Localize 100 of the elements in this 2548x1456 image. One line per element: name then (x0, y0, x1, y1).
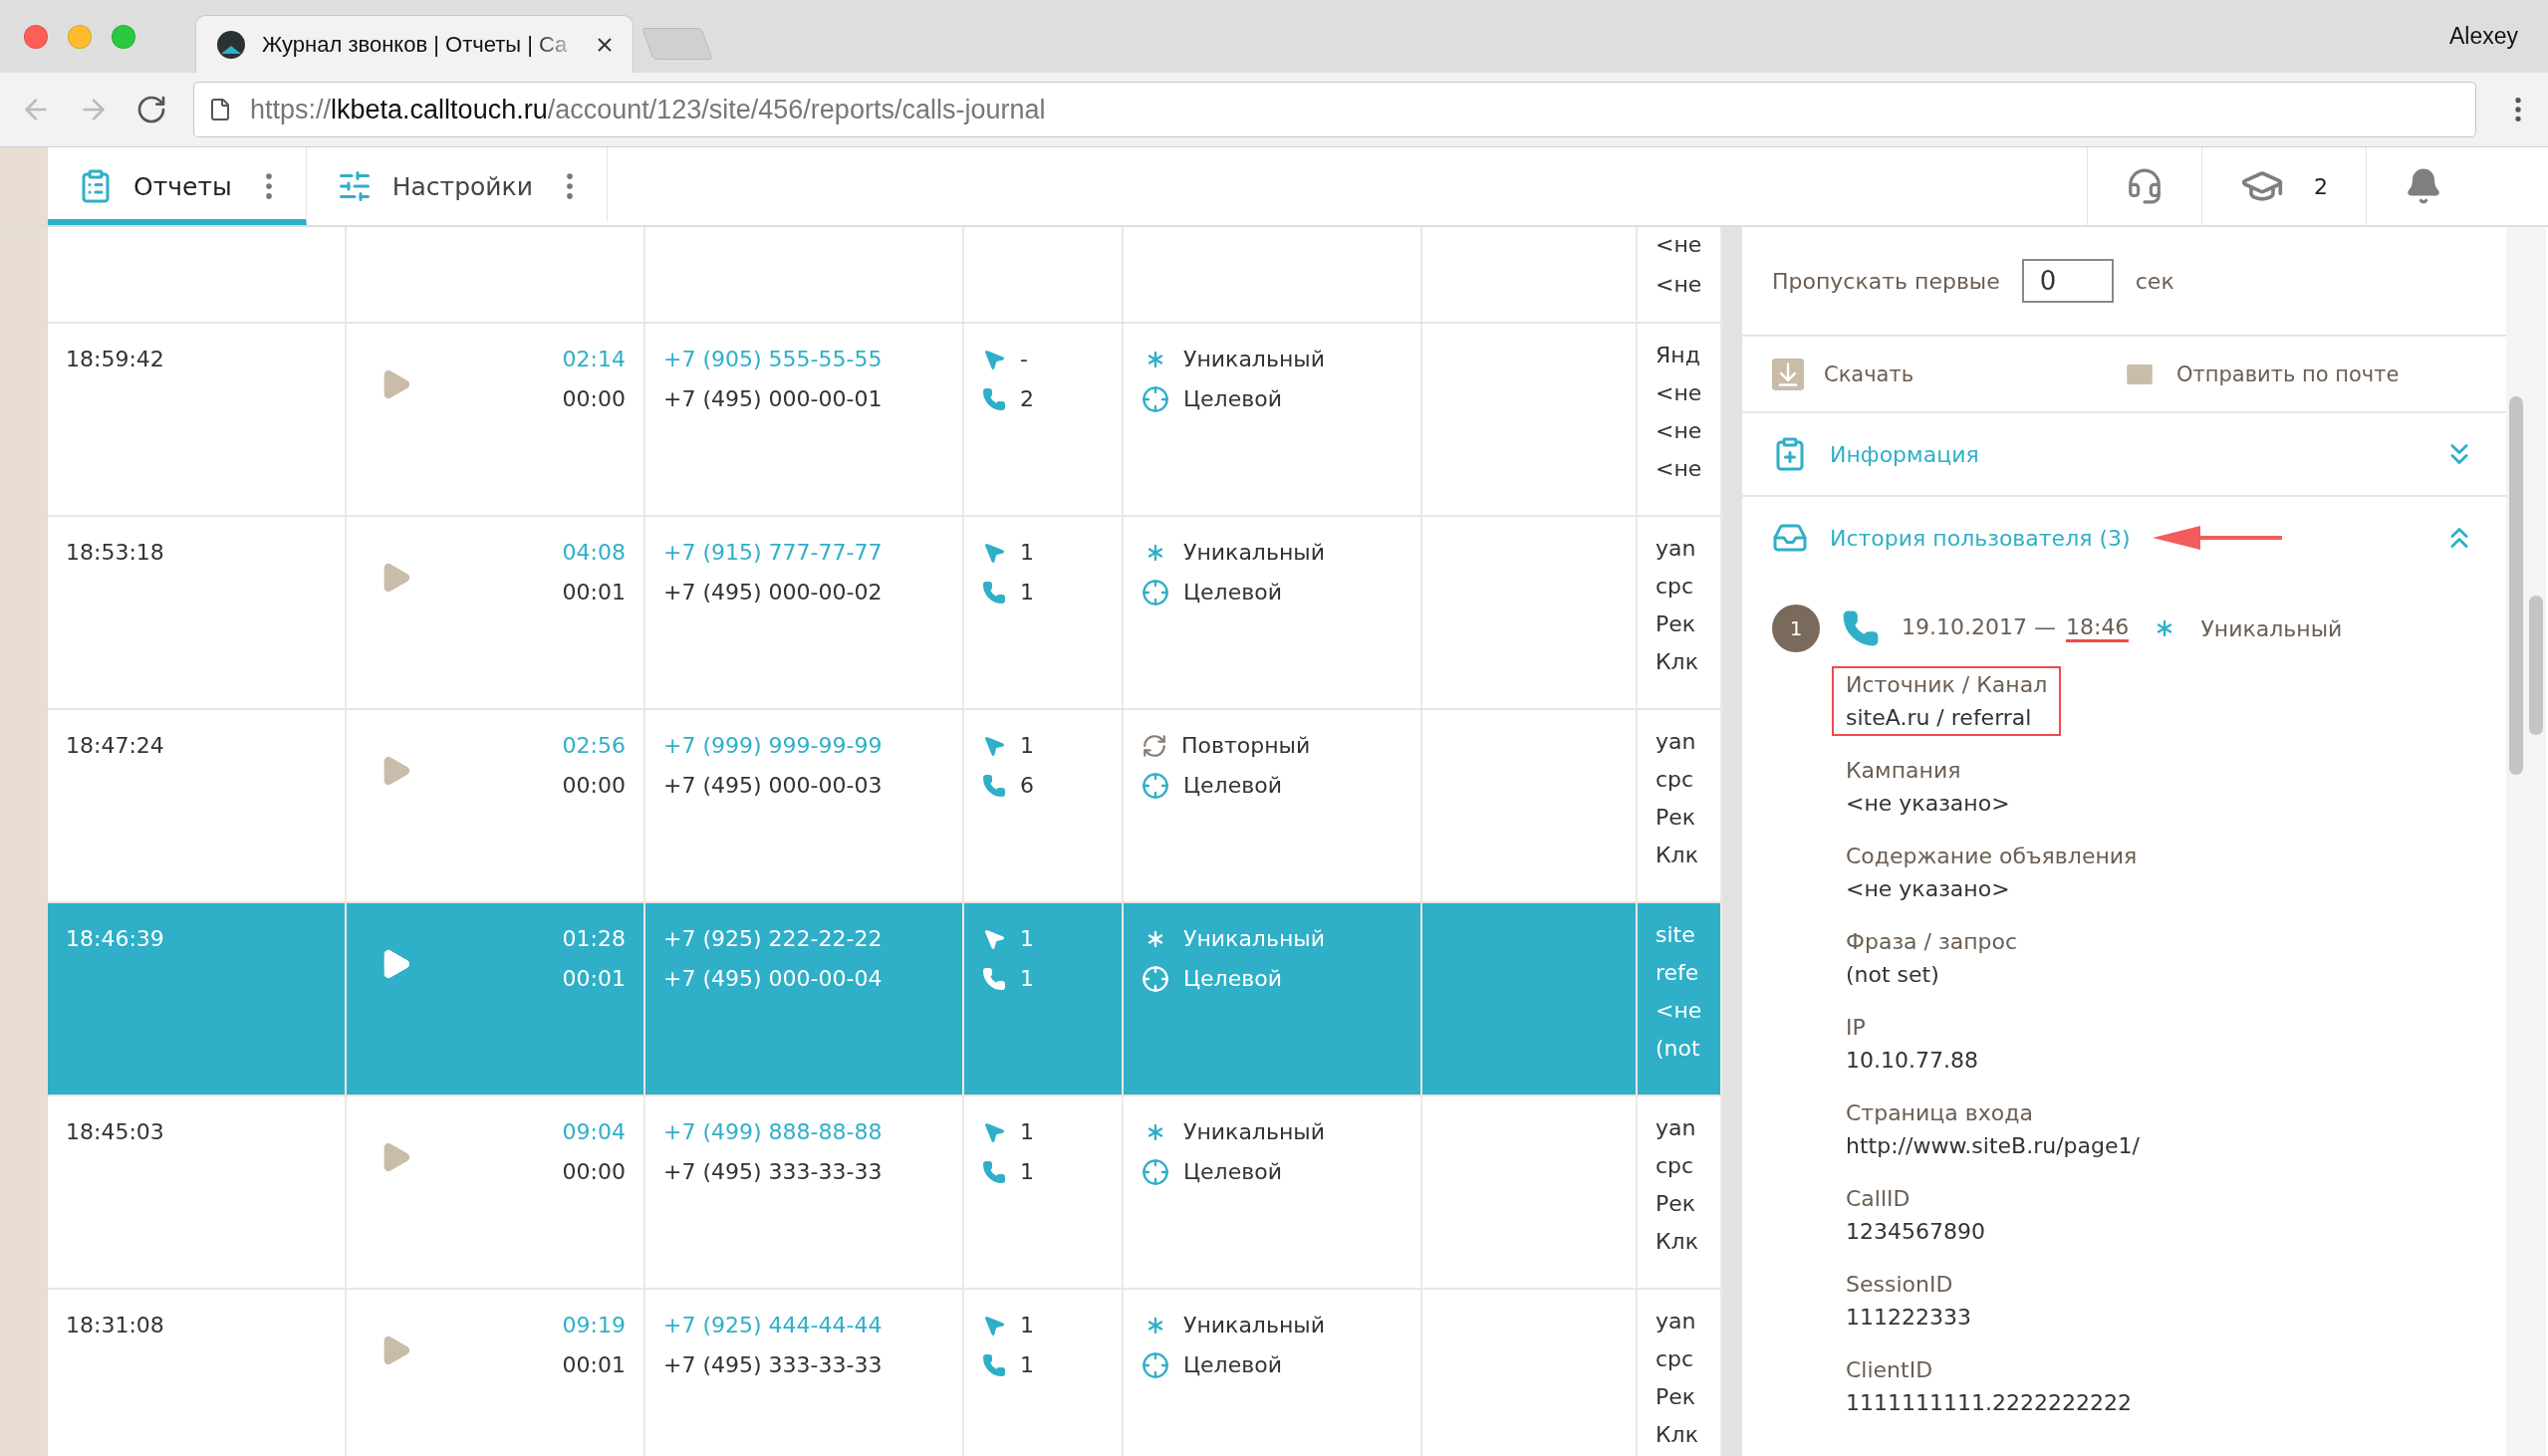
field-value: http://www.siteB.ru/page1/ (1846, 1133, 2140, 1158)
call-row[interactable]: 18:59:42 02:14 00:00 +7 (905) 555-55-55 +7 (495) 000-00-01 - 2 Уникальный Целевой Янд <не <не <не (48, 324, 1722, 517)
field-label: Источник / Канал (1846, 672, 2048, 697)
phone-icon (982, 387, 1006, 411)
cursor-icon (982, 927, 1006, 951)
address-bar[interactable]: https://lkbeta.calltouch.ru/account/123/site/456/reports/calls-journal (193, 82, 2476, 137)
support-icon[interactable] (2126, 167, 2164, 205)
call-tag: Целевой (1183, 1351, 1282, 1379)
table-cell-text: cpc (1656, 1152, 1695, 1180)
table-cell: <не (1656, 417, 1702, 445)
wait-duration: 00:00 (562, 385, 626, 413)
table-cell: <не (1656, 379, 1702, 407)
visit-count: 1 (1020, 1118, 1034, 1146)
call-count: 6 (1020, 772, 1034, 800)
wait-duration: 00:00 (562, 772, 626, 800)
courses-count: 2 (2314, 173, 2328, 199)
field-label: IP (1846, 1015, 1867, 1040)
callee-phone: +7 (495) 000-00-03 (663, 772, 884, 800)
table-cell-text: Рек (1656, 804, 1697, 832)
profile-name[interactable]: Alexey (2448, 23, 2518, 50)
action-link[interactable]: Скачать (1772, 358, 2101, 390)
call-count: 1 (1020, 965, 1034, 993)
table-cell: <не (1656, 231, 1702, 259)
minimize-window-button[interactable] (68, 24, 92, 49)
download-icon (1772, 358, 1804, 390)
field-label: SessionID (1846, 1272, 1954, 1297)
call-row[interactable]: 18:47:24 02:56 00:00 +7 (999) 999-99-99 +7 (495) 000-00-03 1 6 Повторный Целевой yan cpc Рек Клк (48, 710, 1722, 903)
field-label: Кампания (1846, 758, 1962, 783)
talk-duration: 02:14 (562, 346, 626, 373)
table-cell-text: Клк (1656, 1421, 1699, 1449)
talk-duration: 01:28 (562, 925, 626, 953)
table-cell-text: site (1656, 921, 1696, 949)
maximize-window-button[interactable] (112, 24, 135, 49)
talk-duration: 09:04 (562, 1118, 626, 1146)
reload-icon[interactable] (135, 94, 167, 125)
close-window-button[interactable] (24, 24, 48, 49)
phone-icon (982, 1160, 1006, 1184)
field-value: 1234567890 (1846, 1219, 1985, 1244)
table-cell-text: cpc (1656, 1345, 1695, 1373)
talk-duration: 04:08 (562, 539, 626, 567)
call-tag: Целевой (1183, 1158, 1282, 1186)
visit-count: 1 (1020, 925, 1034, 953)
close-icon[interactable] (597, 36, 613, 53)
field-value: (not set) (1846, 962, 1940, 987)
site-logo-icon (216, 29, 246, 60)
table-cell-text: yan (1656, 535, 1697, 563)
field-value: 111222333 (1846, 1305, 1971, 1330)
table-cell-text: (not (1656, 1035, 1701, 1063)
scrollbar[interactable] (2506, 227, 2526, 1456)
skip-label: Пропускать первые (1772, 268, 2000, 294)
callee-phone: +7 (495) 333-33-33 (663, 1351, 884, 1379)
call-tag: Целевой (1183, 965, 1282, 993)
call-row[interactable]: 18:53:18 04:08 00:01 +7 (915) 777-77-77 +7 (495) 000-00-02 1 1 Уникальный Целевой yan cpc Рек Клк (48, 517, 1722, 710)
talk-duration: 02:56 (562, 732, 626, 760)
table-cell-text: Рек (1656, 1190, 1697, 1218)
tab-title: Журнал звонков | Отчеты | Ca (262, 31, 569, 58)
entry-status: Уникальный (2200, 615, 2343, 641)
visit-count: - (1020, 346, 1028, 373)
field-label: Фраза / запрос (1846, 929, 2018, 954)
cursor-icon (982, 348, 1006, 371)
phone-icon (982, 967, 1006, 991)
crosshair-icon (1142, 965, 1169, 993)
field-value: 10.10.77.88 (1846, 1048, 1978, 1073)
cursor-icon (982, 541, 1006, 565)
field-label: ClientID (1846, 1357, 1934, 1382)
wait-duration: 00:01 (562, 1351, 626, 1379)
cursor-icon (982, 1314, 1006, 1337)
table-cell: <не (1656, 455, 1702, 483)
crosshair-icon (1142, 772, 1169, 800)
crosshair-icon (1142, 385, 1169, 413)
scrollbar[interactable] (2526, 227, 2546, 1456)
entry-number: 1 (1772, 605, 1820, 652)
bell-icon[interactable] (2405, 167, 2442, 205)
crosshair-icon (1142, 579, 1169, 607)
call-time: 18:45:03 (66, 1118, 165, 1146)
call-time: 18:31:08 (66, 1312, 165, 1339)
field-value: <не указано> (1846, 876, 2011, 901)
visit-count: 1 (1020, 1312, 1034, 1339)
browser-tab[interactable]: Журнал звонков | Отчеты | Ca (195, 15, 634, 73)
refresh-icon (1142, 733, 1167, 759)
call-row[interactable]: 18:45:03 09:04 00:00 +7 (499) 888-88-88 +7 (495) 333-33-33 1 1 Уникальный Целевой yan cpc Рек Клк (48, 1096, 1722, 1290)
call-tag: Повторный (1181, 732, 1311, 760)
table-cell-text: Рек (1656, 1383, 1697, 1411)
call-tag: Уникальный (1183, 1312, 1325, 1339)
call-time: 18:46:39 (66, 925, 165, 953)
wait-duration: 00:00 (562, 1158, 626, 1186)
call-count: 1 (1020, 579, 1034, 607)
call-tag: Уникальный (1183, 1118, 1325, 1146)
crosshair-icon (1142, 1158, 1169, 1186)
action-link[interactable]: Отправить по почте (2123, 357, 2421, 391)
entry-time: 18:46 (2065, 614, 2130, 642)
field-label: CallID (1846, 1186, 1911, 1211)
table-cell-text: yan (1656, 1114, 1697, 1142)
field-label: Содержание объявления (1846, 844, 2138, 868)
cursor-icon (982, 1120, 1006, 1144)
call-tag: Уникальный (1183, 539, 1325, 567)
call-tag: Целевой (1183, 579, 1282, 607)
skip-seconds-field[interactable]: 0 (2021, 259, 2114, 303)
crosshair-icon (1142, 1351, 1169, 1379)
visit-count: 1 (1020, 539, 1034, 567)
